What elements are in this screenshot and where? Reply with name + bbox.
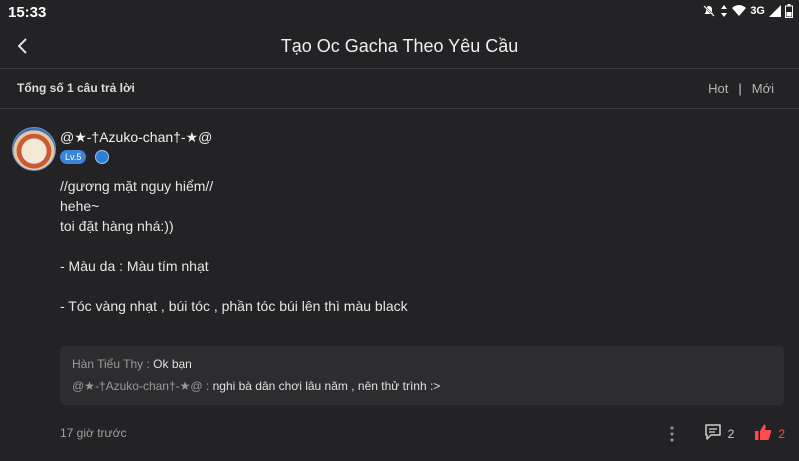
level-badge: Lv.5 [60,150,87,164]
comment-text: nghi bà dân chơi lâu năm , nên thử trình… [212,379,441,393]
comment-icon [704,423,722,444]
reply-count: 2 [727,426,735,441]
status-icons: 3G [702,4,793,18]
avatar[interactable] [12,127,56,171]
answer-line [60,276,408,296]
signal-icon [769,5,781,17]
answer-line: hehe~ [60,198,100,214]
reply-button[interactable]: 2 [704,423,735,444]
answer-line: - Tóc vàng nhạt , búi tóc , phần tóc búi… [60,298,408,314]
comment-item: Hàn Tiểu Thy : Ok bạn [72,357,192,371]
answer-line: - Màu da : Màu tím nhạt [60,258,209,274]
answer-line: toi đặt hàng nhá:)) [60,218,174,234]
wifi-icon [732,5,747,17]
status-bar: 15:33 3G [0,0,799,24]
data-transfer-icon [720,4,728,18]
status-time: 15:33 [8,4,47,21]
comment-text: Ok bạn [153,357,192,371]
answer-actions: 2 2 [664,423,785,444]
network-type: 3G [750,5,765,17]
like-button[interactable]: 2 [754,423,785,444]
sort-new-tab[interactable]: Mới [752,81,774,96]
thumbs-up-icon [754,423,772,444]
sort-hot-tab[interactable]: Hot [708,81,728,96]
sort-tabs: Hot | Mới [708,81,774,96]
answer-line [60,236,408,256]
like-count: 2 [778,426,785,441]
timestamp: 17 giờ trước [60,426,127,440]
answer-line: //gương mặt nguy hiểm// [60,178,214,194]
comment-author: Hàn Tiểu Thy : [72,357,154,371]
page-title: Tạo Oc Gacha Theo Yêu Cầu [280,36,519,56]
answer-card: @★-†Azuko-chan†-★@ Lv.5 //gương mặt nguy… [0,109,799,461]
sort-separator: | [738,81,742,96]
summary-bar: Tổng số 1 câu trả lời Hot | Mới [0,69,799,108]
verified-icon [95,150,109,164]
total-answers-label: Tổng số 1 câu trả lời [17,81,135,95]
comment-preview[interactable]: Hàn Tiểu Thy : Ok bạn @★-†Azuko-chan†-★@… [60,346,784,405]
nav-bar: Tạo Oc Gacha Theo Yêu Cầu [0,24,799,68]
comment-item: @★-†Azuko-chan†-★@ : nghi bà dân chơi lâ… [72,379,440,393]
more-vertical-icon[interactable] [664,425,680,443]
battery-icon [785,4,793,18]
username[interactable]: @★-†Azuko-chan†-★@ [60,129,212,146]
comment-author: @★-†Azuko-chan†-★@ : [72,379,213,393]
mute-notification-icon [702,4,716,18]
answer-body: //gương mặt nguy hiểm// hehe~ toi đặt hà… [60,176,408,316]
